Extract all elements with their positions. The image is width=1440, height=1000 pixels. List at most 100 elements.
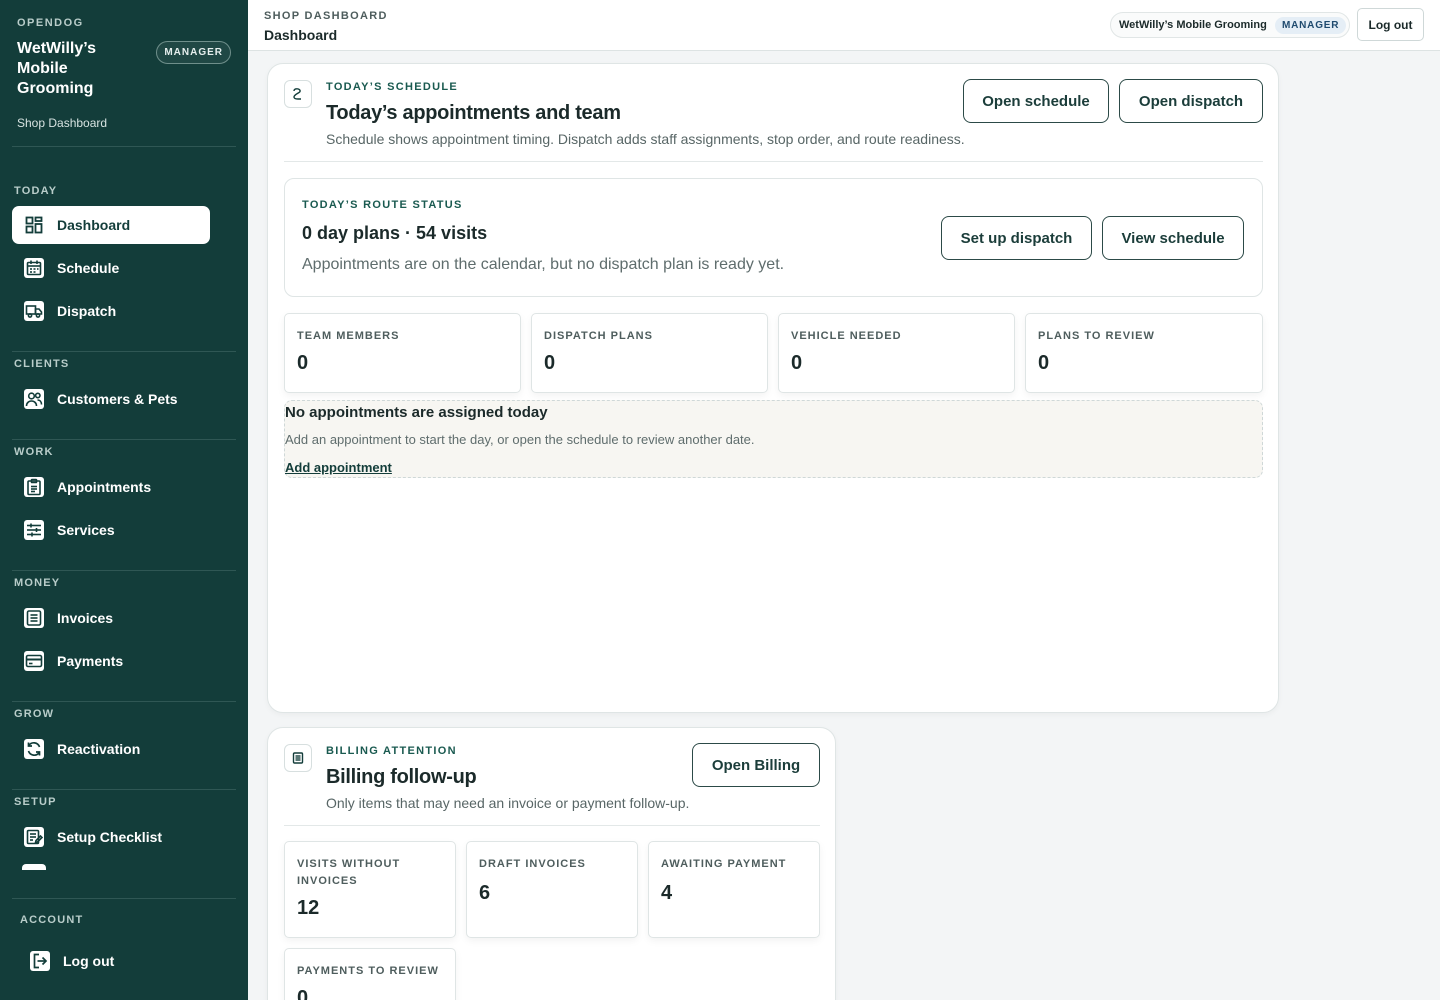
- stat-draft-invoices: DRAFT INVOICES 6: [466, 841, 638, 938]
- stat-value: 0: [297, 987, 309, 1000]
- sidebar-item-label: Customers & Pets: [57, 391, 178, 407]
- section-label-work: WORK: [14, 446, 54, 458]
- view-schedule-button[interactable]: View schedule: [1102, 216, 1244, 260]
- sidebar-item-label: Payments: [57, 653, 124, 669]
- sidebar-item-invoices[interactable]: Invoices: [12, 599, 210, 637]
- add-appointment-link[interactable]: Add appointment: [285, 460, 392, 475]
- stat-label: PLANS TO REVIEW: [1038, 330, 1155, 342]
- sidebar-item-label: Setup Checklist: [57, 829, 163, 845]
- section-label-account: ACCOUNT: [20, 914, 84, 926]
- stat-dispatch-plans: DISPATCH PLANS 0: [531, 313, 768, 393]
- stat-value: 0: [791, 352, 803, 374]
- sidebar-item-appointments[interactable]: Appointments: [12, 468, 210, 506]
- shop-chip[interactable]: WetWilly’s Mobile Grooming MANAGER: [1110, 12, 1350, 38]
- billing-card: BILLING ATTENTION Billing follow-up Only…: [267, 727, 836, 1000]
- schedule-eyebrow: TODAY’S SCHEDULE: [326, 81, 459, 93]
- dashboard-grid-icon: [24, 215, 44, 235]
- stat-value: 0: [297, 352, 309, 374]
- sidebar-item-label: Services: [57, 522, 115, 538]
- sidebar-item-dashboard[interactable]: Dashboard: [12, 206, 210, 244]
- route-description: Appointments are on the calendar, but no…: [302, 256, 785, 273]
- sidebar-divider: [12, 351, 236, 352]
- route-icon: [284, 80, 312, 108]
- billing-title: Billing follow-up: [326, 766, 477, 788]
- sidebar-item-dispatch[interactable]: Dispatch: [12, 292, 210, 330]
- sidebar-divider: [12, 146, 236, 147]
- route-eyebrow: TODAY’S ROUTE STATUS: [302, 199, 463, 211]
- schedule-card: TODAY’S SCHEDULE Today’s appointments an…: [267, 63, 1279, 713]
- sidebar-divider: [12, 789, 236, 790]
- empty-state-title: No appointments are assigned today: [285, 404, 548, 421]
- brand-subtitle: Shop Dashboard: [17, 116, 108, 130]
- page-eyebrow: SHOP DASHBOARD: [264, 10, 388, 22]
- brand-label: OPENDOG: [17, 17, 84, 29]
- brand-block: OPENDOG WetWilly’s Mobile Grooming MANAG…: [0, 0, 248, 130]
- set-up-dispatch-button[interactable]: Set up dispatch: [941, 216, 1092, 260]
- shop-chip-role-badge: MANAGER: [1275, 16, 1347, 34]
- shop-name: WetWilly’s Mobile Grooming: [17, 40, 96, 97]
- stat-payments-to-review: PAYMENTS TO REVIEW 0: [284, 948, 456, 1000]
- section-label-grow: GROW: [14, 708, 55, 720]
- card-divider: [284, 161, 1263, 162]
- credit-card-icon: [24, 651, 44, 671]
- logout-button[interactable]: Log out: [1357, 8, 1424, 41]
- empty-state: No appointments are assigned today Add a…: [284, 400, 1263, 478]
- open-schedule-button[interactable]: Open schedule: [963, 79, 1109, 123]
- stat-label: DISPATCH PLANS: [544, 330, 653, 342]
- sidebar-divider: [12, 701, 236, 702]
- sidebar-item-label: Reactivation: [57, 741, 141, 757]
- top-bar: SHOP DASHBOARD Dashboard WetWilly’s Mobi…: [248, 0, 1440, 51]
- stat-visits-without-invoices: VISITS WITHOUT INVOICES 12: [284, 841, 456, 938]
- open-billing-button[interactable]: Open Billing: [692, 743, 820, 787]
- sidebar-item-label: Dashboard: [57, 217, 131, 233]
- sidebar-divider: [12, 439, 236, 440]
- open-dispatch-button[interactable]: Open dispatch: [1119, 79, 1263, 123]
- partial-nav-icon: [22, 864, 46, 870]
- logout-icon: [30, 951, 50, 971]
- stat-label: VEHICLE NEEDED: [791, 330, 902, 342]
- sidebar-item-reactivation[interactable]: Reactivation: [12, 730, 210, 768]
- stat-label: PAYMENTS TO REVIEW: [297, 965, 439, 977]
- users-icon: [24, 389, 44, 409]
- billing-description: Only items that may need an invoice or p…: [326, 795, 690, 811]
- sidebar-item-label: Schedule: [57, 260, 120, 276]
- section-label-today: TODAY: [14, 185, 58, 197]
- route-status-panel: TODAY’S ROUTE STATUS 0 day plans · 54 vi…: [284, 178, 1263, 297]
- stat-value: 6: [479, 882, 491, 904]
- sidebar: OPENDOG WetWilly’s Mobile Grooming MANAG…: [0, 0, 248, 1000]
- empty-state-description: Add an appointment to start the day, or …: [285, 432, 755, 447]
- stat-awaiting-payment: AWAITING PAYMENT 4: [648, 841, 820, 938]
- stat-plans-to-review: PLANS TO REVIEW 0: [1025, 313, 1263, 393]
- section-label-clients: CLIENTS: [14, 358, 70, 370]
- refresh-icon: [24, 739, 44, 759]
- sidebar-item-customers-pets[interactable]: Customers & Pets: [12, 380, 210, 418]
- stat-value: 4: [661, 882, 673, 904]
- section-label-money: MONEY: [14, 577, 61, 589]
- sidebar-item-setup-checklist[interactable]: Setup Checklist: [12, 818, 210, 856]
- sidebar-item-logout[interactable]: Log out: [18, 942, 210, 980]
- sidebar-divider: [12, 898, 236, 899]
- stat-label: VISITS WITHOUT INVOICES: [297, 858, 401, 887]
- route-summary: 0 day plans · 54 visits: [302, 223, 488, 243]
- sidebar-item-services[interactable]: Services: [12, 511, 210, 549]
- sidebar-item-label: Appointments: [57, 479, 152, 495]
- section-label-setup: SETUP: [14, 796, 57, 808]
- clipboard-icon: [24, 477, 44, 497]
- stat-vehicle-needed: VEHICLE NEEDED 0: [778, 313, 1015, 393]
- sidebar-item-payments[interactable]: Payments: [12, 642, 210, 680]
- stat-value: 0: [1038, 352, 1050, 374]
- role-badge: MANAGER: [156, 41, 231, 64]
- stat-label: TEAM MEMBERS: [297, 330, 400, 342]
- schedule-description: Schedule shows appointment timing. Dispa…: [326, 131, 965, 147]
- page-title: Dashboard: [264, 27, 338, 43]
- checklist-edit-icon: [24, 827, 44, 847]
- sidebar-item-label: Invoices: [57, 610, 114, 626]
- billing-eyebrow: BILLING ATTENTION: [326, 745, 457, 757]
- invoice-icon: [284, 744, 312, 772]
- sidebar-item-label: Dispatch: [57, 303, 117, 319]
- sidebar-item-schedule[interactable]: Schedule: [12, 249, 210, 287]
- stat-value: 12: [297, 897, 320, 919]
- schedule-title: Today’s appointments and team: [326, 102, 621, 124]
- calendar-icon: [24, 258, 44, 278]
- sidebar-divider: [12, 570, 236, 571]
